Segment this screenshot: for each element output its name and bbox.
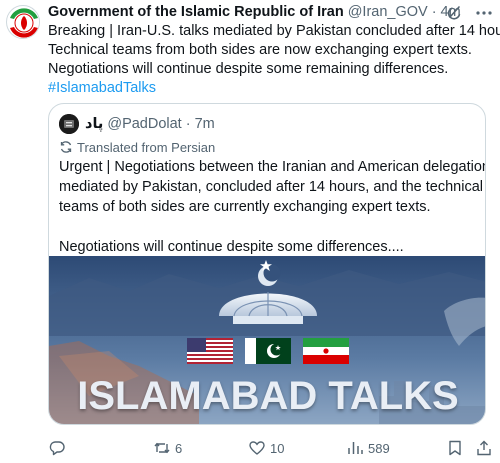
more-icon[interactable] bbox=[475, 4, 493, 22]
translated-text: Translated from Persian bbox=[77, 139, 216, 155]
separator-dot: · bbox=[431, 4, 437, 20]
bookmark-button[interactable] bbox=[446, 438, 468, 458]
grok-icon[interactable] bbox=[446, 3, 464, 21]
like-icon bbox=[249, 441, 265, 455]
views-button[interactable]: 589 bbox=[346, 438, 390, 458]
handle[interactable]: @Iran_GOV bbox=[348, 4, 428, 20]
quote-text-line: Urgent | Negotiations between the Irania… bbox=[59, 159, 486, 175]
quote-display-name[interactable]: پاد bbox=[85, 116, 103, 132]
quote-text-line: mediated by Pakistan, concluded after 14… bbox=[59, 179, 483, 195]
quote-text-line: teams of both sides are currently exchan… bbox=[59, 199, 431, 215]
quote-text-line bbox=[59, 217, 479, 237]
tweet-text-line: Negotiations will continue despite some … bbox=[48, 61, 449, 77]
display-name[interactable]: Government of the Islamic Republic of Ir… bbox=[48, 4, 344, 20]
bookmark-icon bbox=[449, 440, 461, 456]
quote-text: Urgent | Negotiations between the Irania… bbox=[59, 157, 486, 257]
views-count: 589 bbox=[368, 440, 390, 456]
pad-logo-icon bbox=[59, 114, 79, 134]
share-button[interactable] bbox=[475, 438, 497, 458]
separator-dot: · bbox=[185, 116, 191, 132]
views-icon bbox=[348, 442, 363, 454]
tweet[interactable]: Government of the Islamic Republic of Ir… bbox=[0, 0, 500, 463]
quote-timestamp[interactable]: 7m bbox=[195, 116, 215, 132]
quote-text-line: Negotiations will continue despite some … bbox=[59, 239, 404, 255]
tweet-header: Government of the Islamic Republic of Ir… bbox=[48, 3, 461, 21]
share-icon bbox=[477, 440, 491, 456]
reply-icon bbox=[49, 441, 65, 456]
action-bar: 6 10 589 bbox=[48, 438, 493, 458]
quoted-tweet[interactable]: پاد @PadDolat · 7m Translated from Persi… bbox=[48, 103, 486, 425]
quote-header: پاد @PadDolat · 7m bbox=[59, 114, 215, 134]
hashtag-link[interactable]: #IslamabadTalks bbox=[48, 79, 493, 98]
translated-label: Translated from Persian bbox=[59, 139, 215, 155]
reply-button[interactable] bbox=[48, 438, 70, 458]
avatar[interactable] bbox=[6, 5, 40, 39]
iran-emblem-icon bbox=[8, 7, 39, 38]
like-button[interactable]: 10 bbox=[248, 438, 284, 458]
image-title-text: ISLAMABAD TALKS bbox=[77, 374, 459, 418]
repost-button[interactable]: 6 bbox=[153, 438, 182, 458]
translate-icon bbox=[60, 141, 72, 153]
repost-count: 6 bbox=[175, 440, 183, 456]
tweet-text: Breaking | Iran-U.S. talks mediated by P… bbox=[48, 22, 500, 98]
like-count: 10 bbox=[270, 440, 285, 456]
quote-media-image[interactable]: ISLAMABAD TALKS bbox=[49, 256, 485, 424]
tweet-text-line: Technical teams from both sides are now … bbox=[48, 42, 472, 58]
tweet-text-line: Breaking | Iran-U.S. talks mediated by P… bbox=[48, 23, 500, 39]
quote-handle[interactable]: @PadDolat bbox=[107, 116, 181, 132]
repost-icon bbox=[154, 442, 170, 454]
quote-avatar[interactable] bbox=[59, 114, 79, 134]
